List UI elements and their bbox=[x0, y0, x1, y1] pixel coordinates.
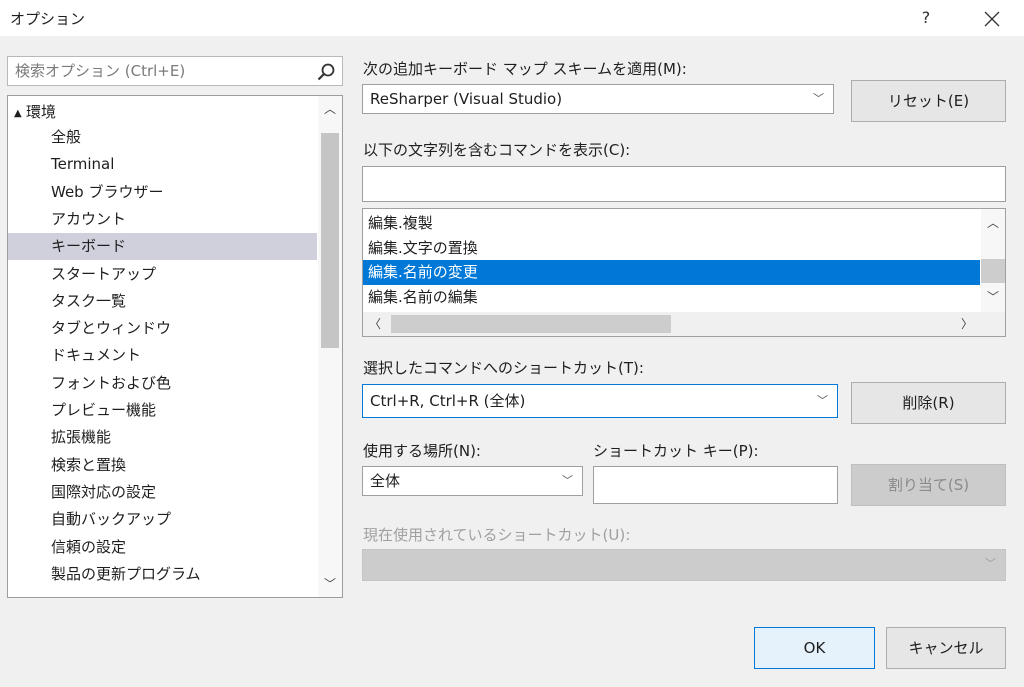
close-button[interactable] bbox=[975, 3, 1009, 33]
shortcuts-dropdown[interactable]: Ctrl+R, Ctrl+R (全体) ﹀ bbox=[362, 384, 838, 418]
used-by-dropdown: ﹀ bbox=[362, 549, 1006, 581]
tree-item[interactable]: 信頼の設定 bbox=[8, 534, 317, 561]
list-item[interactable]: 編集.複製 bbox=[363, 211, 980, 236]
tree-item[interactable]: 自動バックアップ bbox=[8, 506, 317, 533]
scroll-down-icon[interactable]: ﹀ bbox=[318, 572, 342, 596]
scope-value: 全体 bbox=[370, 472, 401, 490]
search-box bbox=[7, 56, 343, 86]
filter-label: 以下の文字列を含むコマンドを表示(C): bbox=[363, 141, 631, 159]
vertical-scroll-thumb[interactable] bbox=[981, 259, 1005, 283]
search-icon[interactable] bbox=[316, 62, 336, 82]
collapse-triangle-icon[interactable]: ▲ bbox=[14, 102, 26, 126]
shortcut-key-label: ショートカット キー(P): bbox=[593, 442, 759, 460]
command-filter-input[interactable] bbox=[362, 166, 1006, 202]
title-bar: オプション ? bbox=[0, 0, 1024, 36]
chevron-down-icon: ﹀ bbox=[562, 474, 573, 487]
list-item[interactable]: 編集.名前の編集 bbox=[363, 285, 980, 310]
command-horizontal-scrollbar[interactable]: 〈 〉 bbox=[363, 312, 981, 336]
scrollbar-corner bbox=[981, 312, 1005, 336]
reset-button[interactable]: リセット(E) bbox=[851, 80, 1006, 122]
delete-button[interactable]: 削除(R) bbox=[851, 382, 1006, 424]
scroll-up-icon[interactable]: ︿ bbox=[981, 211, 1005, 235]
help-button[interactable]: ? bbox=[912, 5, 940, 31]
tree-item-keyboard[interactable]: キーボード bbox=[8, 233, 317, 261]
scroll-left-icon[interactable]: 〈 bbox=[363, 312, 387, 336]
list-item-selected[interactable]: 編集.名前の変更 bbox=[363, 260, 980, 285]
horizontal-scroll-thumb[interactable] bbox=[391, 315, 671, 333]
command-list: 編集.複製 編集.文字の置換 編集.名前の変更 編集.名前の編集 ︿ ﹀ 〈 〉 bbox=[362, 208, 1006, 337]
tree-item[interactable]: ドキュメント bbox=[8, 342, 317, 369]
scope-label: 使用する場所(N): bbox=[363, 442, 481, 460]
command-vertical-scrollbar[interactable]: ︿ ﹀ bbox=[981, 209, 1005, 313]
scroll-down-icon[interactable]: ﹀ bbox=[981, 285, 1005, 309]
close-icon bbox=[984, 11, 1000, 26]
tree-item[interactable]: 検索と置換 bbox=[8, 452, 317, 479]
assign-button[interactable]: 割り当て(S) bbox=[851, 464, 1006, 506]
shortcuts-label: 選択したコマンドへのショートカット(T): bbox=[363, 359, 644, 377]
shortcut-value: Ctrl+R, Ctrl+R (全体) bbox=[370, 392, 526, 410]
tree-item[interactable]: 全般 bbox=[8, 124, 317, 151]
tree-item[interactable]: スタートアップ bbox=[8, 261, 317, 288]
used-by-label: 現在使用されているショートカット(U): bbox=[363, 526, 631, 544]
ok-button[interactable]: OK bbox=[754, 627, 875, 669]
tree-item[interactable]: Terminal bbox=[8, 151, 317, 178]
scroll-right-icon[interactable]: 〉 bbox=[955, 312, 979, 336]
tree-item[interactable]: Web ブラウザー bbox=[8, 179, 317, 206]
tree-item[interactable]: アカウント bbox=[8, 206, 317, 233]
list-item[interactable]: 編集.文字の置換 bbox=[363, 236, 980, 261]
tree-item[interactable]: フォントおよび色 bbox=[8, 370, 317, 397]
tree-scroll-thumb[interactable] bbox=[321, 133, 339, 348]
tree-item[interactable]: 国際対応の設定 bbox=[8, 479, 317, 506]
scheme-label: 次の追加キーボード マップ スキームを適用(M): bbox=[363, 60, 687, 78]
tree-root-label: 環境 bbox=[26, 103, 57, 121]
chevron-down-icon: ﹀ bbox=[813, 92, 824, 105]
window-title: オプション bbox=[10, 10, 86, 28]
options-tree: ▲ 環境 全般 Terminal Web ブラウザー アカウント キーボード スタ… bbox=[7, 95, 343, 598]
tree-node-environment[interactable]: ▲ 環境 bbox=[14, 100, 56, 124]
scroll-up-icon[interactable]: ︿ bbox=[318, 97, 342, 121]
tree-item[interactable]: 製品の更新プログラム bbox=[8, 561, 317, 588]
scheme-value: ReSharper (Visual Studio) bbox=[370, 90, 563, 108]
tree-scrollbar[interactable]: ︿ ﹀ bbox=[318, 96, 342, 597]
tree-item[interactable]: タスク一覧 bbox=[8, 288, 317, 315]
scope-dropdown[interactable]: 全体 ﹀ bbox=[362, 466, 583, 496]
chevron-down-icon: ﹀ bbox=[985, 557, 996, 570]
tree-item[interactable]: 拡張機能 bbox=[8, 424, 317, 451]
cancel-button[interactable]: キャンセル bbox=[886, 627, 1006, 669]
shortcut-key-input[interactable] bbox=[593, 466, 838, 504]
tree-item[interactable]: タブとウィンドウ bbox=[8, 315, 317, 342]
search-input[interactable] bbox=[8, 57, 315, 85]
chevron-down-icon: ﹀ bbox=[817, 394, 828, 407]
tree-item[interactable]: プレビュー機能 bbox=[8, 397, 317, 424]
scheme-dropdown[interactable]: ReSharper (Visual Studio) ﹀ bbox=[362, 84, 834, 114]
